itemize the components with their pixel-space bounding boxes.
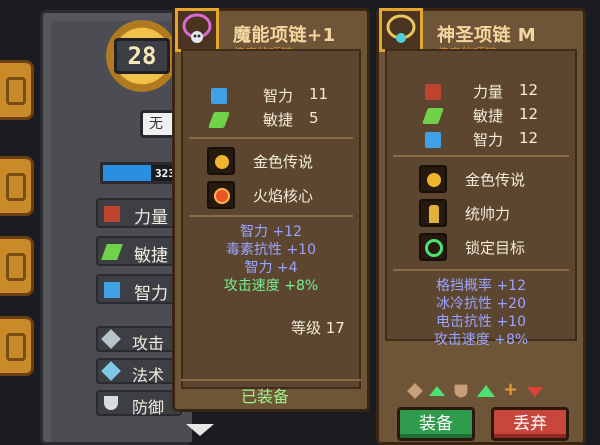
attribute-row: 敏捷 12 bbox=[422, 105, 575, 127]
sword-icon bbox=[101, 329, 121, 349]
attribute-row: 力量 12 bbox=[425, 81, 575, 103]
stat-label: 智力 bbox=[134, 284, 168, 304]
attribute-row: 智力 11 bbox=[211, 85, 361, 107]
divider bbox=[393, 269, 569, 271]
shield-icon bbox=[104, 396, 118, 410]
divider bbox=[189, 137, 353, 139]
bonus-line: 攻击速度 +8% bbox=[433, 332, 529, 348]
stat-row-strength[interactable]: 力量 bbox=[96, 198, 182, 228]
item-details: 力量 12 敏捷 12 智力 12 金色传说 统帅力 锁定目标 格挡概率 +12… bbox=[385, 49, 577, 348]
stat-label: 力量 bbox=[134, 208, 168, 228]
skill-label: 攻击 bbox=[132, 334, 165, 353]
double-up-arrow-green-icon bbox=[477, 385, 495, 397]
compare-icons: + bbox=[407, 379, 567, 401]
stat-row-agility[interactable]: 敏捷 bbox=[96, 236, 182, 266]
golden-orb-icon bbox=[419, 165, 447, 193]
shield-icon bbox=[454, 384, 468, 398]
fist-icon bbox=[425, 84, 441, 100]
quest-icon bbox=[6, 253, 26, 281]
down-arrow-red-icon bbox=[527, 387, 543, 397]
bonus-line: 智力 +12 bbox=[240, 224, 302, 240]
stat-row-intelligence[interactable]: 智力 bbox=[96, 274, 182, 304]
fire-core-icon bbox=[207, 181, 235, 209]
xp-bar: 323 bbox=[100, 162, 180, 184]
fist-icon bbox=[104, 206, 120, 222]
level-badge: 28 bbox=[106, 20, 178, 92]
holy-necklace-icon bbox=[386, 14, 416, 43]
bonus-line: 毒素抗性 +10 bbox=[226, 242, 316, 258]
bonus-line: 电击抗性 +10 bbox=[436, 314, 526, 330]
skill-row-defense[interactable]: 防御 bbox=[96, 390, 182, 417]
bonus-line: 格挡概率 +12 bbox=[436, 278, 526, 294]
equipped-status: 已装备 bbox=[241, 387, 290, 406]
inventory-icon bbox=[6, 77, 26, 105]
skill-row-attack[interactable]: 攻击 bbox=[96, 326, 182, 353]
skill-label: 法术 bbox=[132, 366, 165, 385]
scroll-down-arrow-icon[interactable] bbox=[186, 424, 214, 436]
new-item-card: 神圣项链 M 传奇的项链 力量 12 敏捷 12 智力 12 金色传说 统帅力 bbox=[376, 8, 586, 445]
feather-icon bbox=[101, 244, 123, 260]
xp-bar-fill bbox=[103, 165, 152, 181]
skill-row-magic[interactable]: 法术 bbox=[96, 358, 182, 385]
necklace-demon-icon bbox=[182, 13, 212, 43]
book-icon bbox=[211, 88, 227, 104]
tab-gear[interactable] bbox=[0, 156, 34, 216]
tab-map[interactable] bbox=[0, 316, 34, 376]
bonus-line: 智力 +4 bbox=[244, 260, 298, 276]
up-arrow-green-icon bbox=[429, 386, 445, 396]
stat-label: 敏捷 bbox=[134, 246, 168, 266]
feather-icon bbox=[422, 108, 444, 124]
attribute-row: 敏捷 5 bbox=[208, 109, 361, 131]
left-tab-strip bbox=[0, 60, 40, 400]
drop-button[interactable]: 丢弃 bbox=[491, 407, 569, 441]
item-level: 等级 17 bbox=[291, 319, 345, 337]
bonus-line: 冰冷抗性 +20 bbox=[436, 296, 526, 312]
tab-quests[interactable] bbox=[0, 236, 34, 296]
sword-icon bbox=[407, 383, 423, 399]
feather-icon bbox=[208, 112, 230, 128]
item-slot bbox=[379, 8, 423, 52]
wand-icon bbox=[101, 361, 121, 381]
golden-orb-icon bbox=[207, 147, 235, 175]
equip-button[interactable]: 装备 bbox=[397, 407, 475, 441]
book-icon bbox=[425, 132, 441, 148]
skill-label: 防御 bbox=[132, 398, 165, 417]
level-number: 28 bbox=[114, 38, 170, 74]
item-slot bbox=[175, 8, 219, 52]
attribute-row: 智力 12 bbox=[425, 129, 575, 151]
equipped-item-card: 魔能项链+1 传奇的项链 智力 11 敏捷 5 金色传说 火焰核心 智力 +12… bbox=[172, 8, 370, 412]
command-icon bbox=[419, 199, 447, 227]
plus-orange-icon: + bbox=[503, 379, 519, 400]
divider bbox=[393, 155, 569, 157]
target-icon bbox=[419, 233, 447, 261]
bonus-line: 攻击速度 +8% bbox=[223, 278, 319, 294]
divider bbox=[189, 215, 353, 217]
map-icon bbox=[6, 333, 26, 361]
item-details: 智力 11 敏捷 5 金色传说 火焰核心 智力 +12 毒素抗性 +10 智力 … bbox=[181, 49, 361, 389]
gear-icon bbox=[6, 173, 26, 201]
book-icon bbox=[104, 282, 120, 298]
tab-inventory[interactable] bbox=[0, 60, 34, 120]
